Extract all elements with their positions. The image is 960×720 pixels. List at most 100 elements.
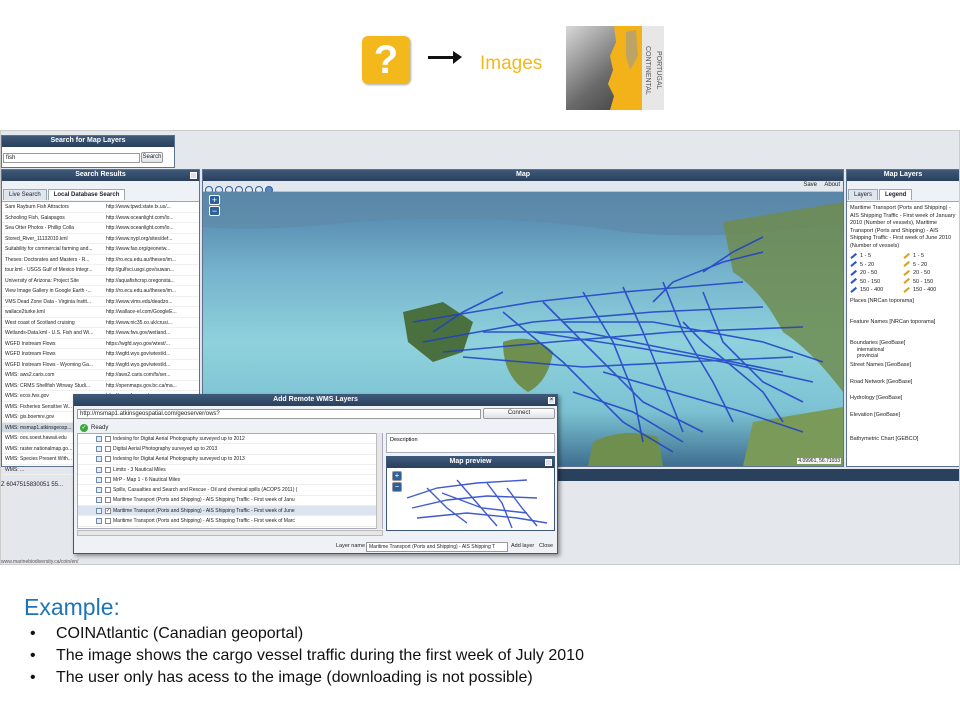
- wms-status: Ready: [91, 425, 109, 431]
- wms-layer-label: Indexing for Digital Aerial Photography …: [113, 456, 245, 463]
- result-title: Schooling Fish, Galapagos: [5, 214, 65, 221]
- wms-dialog-title: Add Remote WMS Layers: [74, 395, 557, 406]
- collapse-icon[interactable]: [190, 172, 197, 179]
- wms-close-button[interactable]: Close: [539, 543, 553, 549]
- layer-icon: [96, 456, 102, 463]
- layer-icon: [96, 507, 102, 514]
- preview-collapse-icon[interactable]: [545, 459, 552, 466]
- result-title: Sea Otter Photos - Phillip Colla: [5, 225, 74, 231]
- search-button[interactable]: Search: [141, 152, 163, 163]
- wms-layer-item[interactable]: Digital Aerial Photography surveyed up t…: [78, 444, 382, 455]
- result-row[interactable]: Suitability for commercial farming and..…: [2, 244, 199, 255]
- wms-layer-item[interactable]: ✓ Maritime Transport (Ports and Shipping)…: [78, 506, 382, 517]
- result-title: tour.kml - USGS Gulf of Mexico Integr...: [5, 267, 93, 273]
- tab-layers[interactable]: Layers: [848, 189, 879, 200]
- legend-range: 20 - 50: [903, 269, 956, 278]
- wms-description: Description: [386, 433, 555, 453]
- save-menu[interactable]: Save: [803, 182, 817, 188]
- layer-checkbox[interactable]: ✓: [105, 507, 111, 514]
- result-row[interactable]: wallace2turke.kml http://wallace-el.com/G…: [2, 307, 199, 318]
- legend-feature-names: Feature Names [NRCan toporama]: [850, 319, 936, 325]
- legend-title: Maritime Transport (Ports and Shipping) …: [850, 205, 956, 249]
- layer-checkbox[interactable]: [105, 445, 111, 452]
- legend-range-label: 50 - 150: [913, 278, 934, 285]
- wms-layer-item[interactable]: MrP - Map 1 - 6 Nautical Miles: [78, 475, 382, 486]
- wms-close-icon[interactable]: ×: [548, 397, 555, 404]
- search-input[interactable]: fish: [3, 153, 140, 163]
- result-row[interactable]: WMS: aws2.caris.com http://aws2.caris.com…: [2, 370, 199, 381]
- map-preview-image[interactable]: [387, 468, 554, 530]
- preview-zoom-in[interactable]: +: [392, 471, 402, 481]
- wms-list-vscroll[interactable]: [376, 433, 382, 529]
- result-row[interactable]: VMS Dead Zone Data - Virginia Instit... h…: [2, 297, 199, 307]
- layer-checkbox[interactable]: [105, 466, 111, 473]
- layer-icon: [96, 466, 102, 473]
- legend-hydrology: Hydrology [GeoBase]: [850, 395, 903, 401]
- result-row[interactable]: Sea Otter Photos - Phillip Colla http://w…: [2, 223, 199, 234]
- legend-range: 150 - 400: [850, 286, 903, 295]
- result-url: http://wallace-el.com/GoogleE...: [106, 309, 177, 315]
- wms-layer-item[interactable]: Limits - 3 Nautical Miles: [78, 465, 382, 476]
- question-mark-icon: ?: [362, 36, 410, 84]
- map-layers-panel: Map Layers Layers Legend Maritime Transpo…: [846, 169, 959, 467]
- result-row[interactable]: Sam Rayburn Fish Attractors http://www.tp…: [2, 202, 199, 213]
- images-label: Images: [480, 53, 543, 74]
- wms-layer-item[interactable]: Indexing for Digital Aerial Photography …: [78, 455, 382, 465]
- layer-checkbox[interactable]: [105, 456, 111, 463]
- wms-layer-label: Limits - 3 Nautical Miles: [113, 466, 166, 473]
- legend-range-label: 20 - 50: [913, 270, 931, 276]
- layer-checkbox[interactable]: [105, 435, 111, 442]
- result-row[interactable]: West coast of Scotland cruising http://ww…: [2, 318, 199, 328]
- map-preview-panel: Map preview + −: [386, 456, 555, 531]
- result-row[interactable]: WGFD Instream Flows http://wgfd.wyo.gov/w…: [2, 349, 199, 360]
- result-row[interactable]: WGFD Instream Flows https://wgfd.wyo.gov/…: [2, 339, 199, 349]
- wms-layer-item[interactable]: Spills, Casualties and Search and Rescue…: [78, 485, 382, 496]
- wms-layer-item[interactable]: Maritime Transport (Ports and Shipping) …: [78, 516, 382, 527]
- result-row[interactable]: Schooling Fish, Galapagos http://www.ocea…: [2, 213, 199, 223]
- line-swatch-icon: [850, 286, 857, 293]
- portugal-map-thumbnail: PORTUGAL CONTINENTAL: [566, 26, 664, 110]
- legend-street-names: Street Names [GeoBase]: [850, 362, 912, 368]
- about-link[interactable]: About: [824, 182, 840, 188]
- result-row[interactable]: Stored_River_11132010.kml http://www.nypl…: [2, 234, 199, 244]
- result-row[interactable]: View Image Gallery in Google Earth -... h…: [2, 286, 199, 297]
- preview-zoom-out[interactable]: −: [392, 482, 402, 492]
- wms-connect-button[interactable]: Connect: [483, 408, 555, 419]
- layer-checkbox[interactable]: [105, 476, 111, 483]
- portugal-label: PORTUGAL CONTINENTAL: [642, 26, 664, 110]
- result-url: http://ro.ecu.edu.au/theses/im...: [106, 256, 177, 263]
- layer-checkbox[interactable]: [105, 518, 111, 525]
- layer-name-input[interactable]: Maritime Transport (Ports and Shipping) …: [366, 542, 508, 552]
- result-title: VMS Dead Zone Data - Virginia Instit...: [5, 298, 92, 305]
- zoom-out-button[interactable]: −: [209, 206, 220, 216]
- result-row[interactable]: WGFD Instream Flows - Wyoming Ga... http:…: [2, 360, 199, 370]
- legend-range: 50 - 150: [903, 278, 956, 287]
- result-row[interactable]: tour.kml - USGS Gulf of Mexico Integr...…: [2, 265, 199, 276]
- result-url: http://wgfd.wyo.gov/wtest/d...: [106, 361, 171, 368]
- tab-live-search[interactable]: Live Search: [3, 189, 47, 200]
- map-coordinate-readout: 4.09961, 56.71033: [797, 458, 841, 464]
- result-row[interactable]: University of Arizona: Project Site http:…: [2, 276, 199, 286]
- zoom-in-button[interactable]: +: [209, 195, 220, 205]
- result-row[interactable]: WMS: CRMS Shellfish Wtrway Studi... http:…: [2, 381, 199, 391]
- result-url: http://www.fao.org/geonetw...: [106, 246, 171, 252]
- wms-layer-item[interactable]: Indexing for Digital Aerial Photography …: [78, 434, 382, 445]
- layer-checkbox[interactable]: [105, 487, 111, 494]
- tab-local-database-search[interactable]: Local Database Search: [47, 189, 126, 200]
- add-layer-button[interactable]: Add layer: [511, 543, 534, 549]
- legend-ranges: 1 - 5 5 - 20 20 - 50 50 - 150 150 - 400 1 - …: [847, 250, 959, 295]
- result-row[interactable]: Wetlands-Data.kml - U.S. Fish and Wi... h…: [2, 328, 199, 339]
- result-title: WMS: aws2.caris.com: [5, 372, 55, 378]
- layer-icon: [96, 445, 102, 452]
- result-url: https://wgfd.wyo.gov/wtest/...: [106, 340, 170, 347]
- tab-legend[interactable]: Legend: [879, 189, 913, 200]
- result-url: http://www.tpwd.state.tx.us/...: [106, 204, 171, 210]
- result-row[interactable]: Theses: Doctorates and Masters - R... htt…: [2, 255, 199, 265]
- result-url: http://www.oceanlight.com/lo...: [106, 214, 174, 221]
- result-url: http://www.nypl.org/sites/def...: [106, 235, 173, 242]
- wms-url-input[interactable]: http://msmap1.atkinsgeospatial.com/geose…: [77, 409, 481, 419]
- wms-list-scrollbar[interactable]: [77, 530, 383, 536]
- legend-range-label: 5 - 20: [860, 261, 875, 268]
- layer-checkbox[interactable]: [105, 497, 111, 504]
- wms-layer-item[interactable]: Maritime Transport (Ports and Shipping) …: [78, 496, 382, 507]
